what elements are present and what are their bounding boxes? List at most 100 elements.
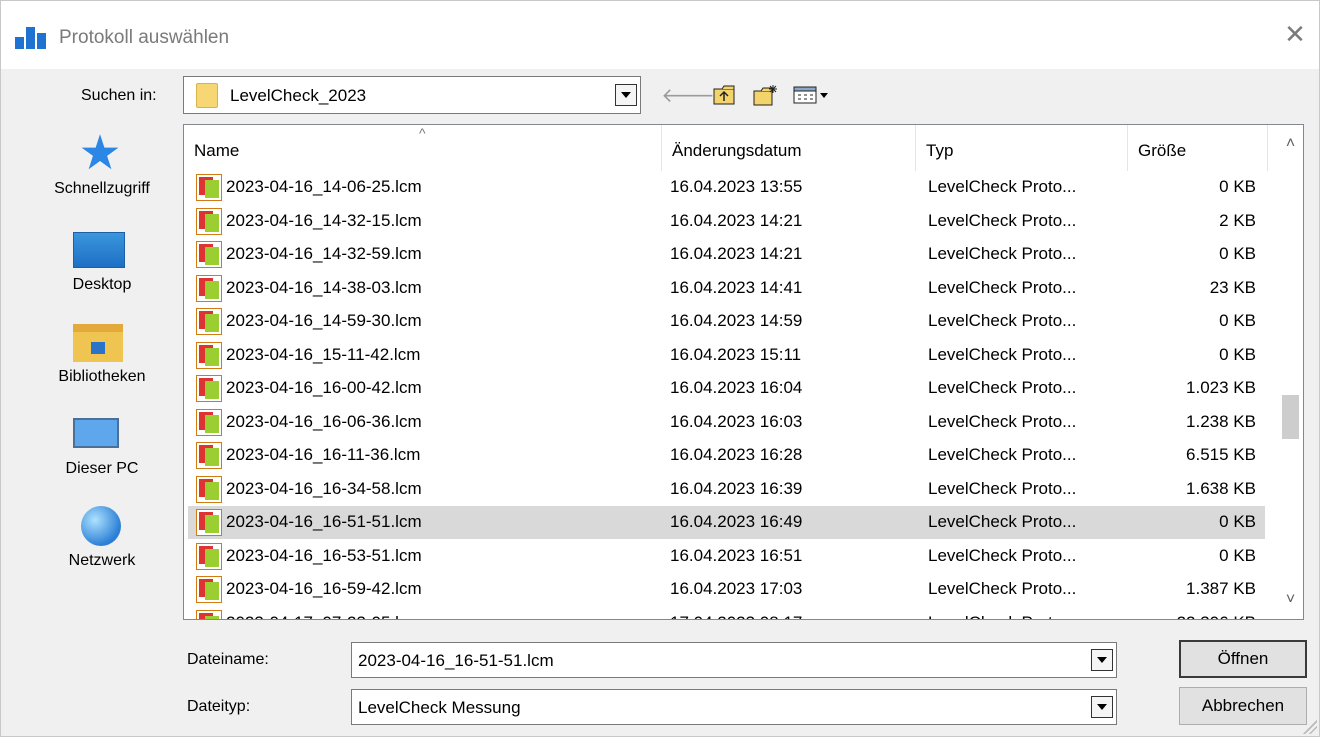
close-button[interactable]: ✕ [1271,11,1319,57]
lcm-file-icon [196,308,222,335]
new-folder-button[interactable] [751,81,781,109]
lcm-file-icon [196,475,222,503]
lcm-file-icon [196,509,222,536]
lcm-file-icon [196,241,222,268]
file-name: 2023-04-16_16-00-42.lcm [226,378,422,397]
table-row[interactable]: 2023-04-16_14-32-59.lcm 16.04.2023 14:21 L… [184,238,1280,272]
folder-up-icon [713,85,735,105]
file-name: 2023-04-16_16-11-36.lcm [226,445,421,464]
file-date: 16.04.2023 13:55 [670,177,803,196]
file-name: 2023-04-16_16-51-51.lcm [226,512,422,531]
file-type: LevelCheck Proto... [928,344,1077,364]
file-date: 16.04.2023 16:51 [670,545,803,565]
file-type: LevelCheck Proto... [928,545,1077,565]
file-size: 1.387 KB [1186,579,1256,598]
table-row[interactable]: 2023-04-16_16-34-58.lcm 16.04.2023 16:39 L… [184,473,1280,507]
file-name: 2023-04-16_14-32-59.lcm [226,244,422,263]
place-quick-access[interactable]: ★ Schnellzugriff [29,124,175,212]
chevron-down-icon[interactable] [615,84,637,106]
table-row[interactable]: 2023-04-16_14-38-03.lcm 16.04.2023 14:41 L… [184,272,1280,306]
file-type: LevelCheck Proto... [928,177,1077,196]
lcm-file-icon [196,609,222,619]
file-list[interactable]: Name ^ Änderungsdatum Typ Größe 2023-04-… [183,124,1304,620]
table-row[interactable]: 2023-04-16_14-06-25.lcm 16.04.2023 13:55 L… [184,171,1280,205]
place-this-pc[interactable]: Dieser PC [29,404,175,492]
vertical-scrollbar[interactable]: ˄ ˅ [1278,125,1303,619]
scroll-thumb[interactable] [1282,395,1299,439]
place-label: Netzwerk [68,552,136,569]
file-date: 16.04.2023 16:04 [670,378,803,397]
file-size: 1.238 KB [1186,411,1256,431]
file-size: 22.306 KB [1177,613,1256,620]
place-network[interactable]: Netzwerk [29,496,175,584]
file-date: 16.04.2023 15:11 [670,344,802,364]
place-label: Desktop [72,276,132,293]
scroll-down-icon[interactable]: ˅ [1278,587,1303,613]
file-type: LevelCheck Proto... [928,411,1077,431]
table-row[interactable]: 2023-04-17_07-23-05.lcm 17.04.2023 08:17 L… [184,607,1280,620]
file-name: 2023-04-16_16-06-36.lcm [226,411,422,431]
file-size: 1.638 KB [1186,478,1256,498]
file-name: 2023-04-17_07-23-05.lcm [226,613,422,620]
place-label: Schnellzugriff [54,180,150,197]
lcm-file-icon [196,442,222,469]
view-menu-button[interactable] [789,81,833,109]
file-size: 0 KB [1219,177,1256,196]
filename-combobox[interactable]: 2023-04-16_16-51-51.lcm [351,642,1117,678]
table-row[interactable]: 2023-04-16_14-32-15.lcm 16.04.2023 14:21 L… [184,205,1280,239]
table-row[interactable]: 2023-04-16_16-59-42.lcm 16.04.2023 17:03 L… [184,573,1280,607]
file-type: LevelCheck Proto... [928,445,1077,464]
cancel-button[interactable]: Abbrechen [1179,687,1307,725]
table-row[interactable]: 2023-04-16_14-59-30.lcm 16.04.2023 14:59 L… [184,305,1280,339]
file-date: 16.04.2023 16:03 [670,411,803,431]
look-in-dropdown[interactable]: LevelCheck_2023 [183,76,641,114]
table-row[interactable]: 2023-04-16_15-11-42.lcm 16.04.2023 15:11 L… [184,339,1280,373]
file-size: 0 KB [1219,512,1256,531]
file-date: 16.04.2023 17:03 [670,579,803,598]
file-name: 2023-04-16_16-59-42.lcm [226,579,422,598]
file-size: 0 KB [1219,545,1256,565]
file-name: 2023-04-16_14-38-03.lcm [226,277,422,297]
file-name: 2023-04-16_14-59-30.lcm [226,311,422,330]
open-button[interactable]: Öffnen [1179,640,1307,678]
file-date: 16.04.2023 14:59 [670,311,803,330]
column-header-type[interactable]: Typ [916,125,1128,171]
filetype-value: LevelCheck Messung [358,698,521,717]
up-folder-button[interactable] [709,81,739,109]
place-libraries[interactable]: Bibliotheken [29,312,175,400]
desktop-icon [73,228,127,272]
file-rows: 2023-04-16_14-06-25.lcm 16.04.2023 13:55 L… [184,171,1280,620]
table-row[interactable]: 2023-04-16_16-51-51.lcm 16.04.2023 16:49 L… [184,506,1280,540]
table-row[interactable]: 2023-04-16_16-53-51.lcm 16.04.2023 16:51 L… [184,540,1280,574]
back-button[interactable]: 🡐 [661,81,715,109]
file-size: 0 KB [1219,344,1256,364]
place-desktop[interactable]: Desktop [29,220,175,308]
places-bar: ★ Schnellzugriff Desktop Bibliotheken Di… [29,124,175,620]
chevron-down-icon[interactable] [1091,696,1113,718]
filetype-label: Dateityp: [187,698,251,715]
file-size: 6.515 KB [1186,445,1256,464]
file-size: 0 KB [1219,244,1256,263]
file-type: LevelCheck Proto... [928,579,1077,598]
file-type: LevelCheck Proto... [928,613,1076,620]
chevron-down-icon[interactable] [1091,649,1113,671]
file-date: 16.04.2023 16:39 [670,478,803,498]
folder-icon [196,83,218,108]
resize-grip-icon[interactable] [1303,720,1317,734]
column-header-label: Typ [926,141,954,160]
filetype-dropdown[interactable]: LevelCheck Messung [351,689,1117,725]
scroll-up-icon[interactable]: ˄ [1278,131,1303,157]
file-type: LevelCheck Proto... [928,478,1077,498]
table-row[interactable]: 2023-04-16_16-11-36.lcm 16.04.2023 16:28 L… [184,439,1280,473]
table-row[interactable]: 2023-04-16_16-06-36.lcm 16.04.2023 16:03 L… [184,406,1280,440]
lcm-file-icon [196,408,222,436]
column-header-size[interactable]: Größe [1128,125,1268,171]
table-row[interactable]: 2023-04-16_16-00-42.lcm 16.04.2023 16:04 L… [184,372,1280,406]
star-icon: ★ [78,127,122,180]
list-header: Name ^ Änderungsdatum Typ Größe [184,125,1280,171]
file-name: 2023-04-16_16-34-58.lcm [226,478,422,498]
title-bar[interactable]: Protokoll auswählen ✕ [1,1,1319,69]
look-in-value: LevelCheck_2023 [230,86,367,105]
open-file-dialog: Protokoll auswählen ✕ Suchen in: LevelCh… [0,0,1320,737]
column-header-date[interactable]: Änderungsdatum [662,125,916,171]
